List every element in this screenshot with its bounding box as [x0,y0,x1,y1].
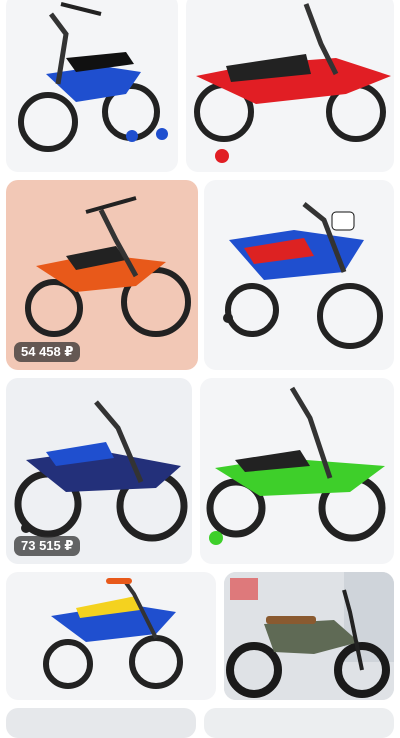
product-card[interactable]: 54 458 ₽ [6,180,198,370]
product-image [18,2,168,152]
product-image [223,202,383,349]
price-badge: 54 458 ₽ [14,342,81,362]
product-card[interactable] [204,708,394,738]
price-badge: 73 515 ₽ [14,536,81,556]
product-card[interactable] [204,180,394,370]
product-card[interactable] [200,378,394,564]
product-card[interactable]: 73 515 ₽ [6,378,192,564]
product-image [206,386,386,545]
product-card[interactable] [6,572,216,700]
product-card[interactable] [186,0,394,172]
product-image [43,578,183,689]
product-feed: 54 458 ₽ 73 515 ₽ [0,0,400,738]
product-image [194,3,391,163]
product-card[interactable] [6,0,178,172]
product-image [224,572,394,700]
product-card[interactable] [224,572,394,700]
product-card[interactable] [6,708,196,738]
